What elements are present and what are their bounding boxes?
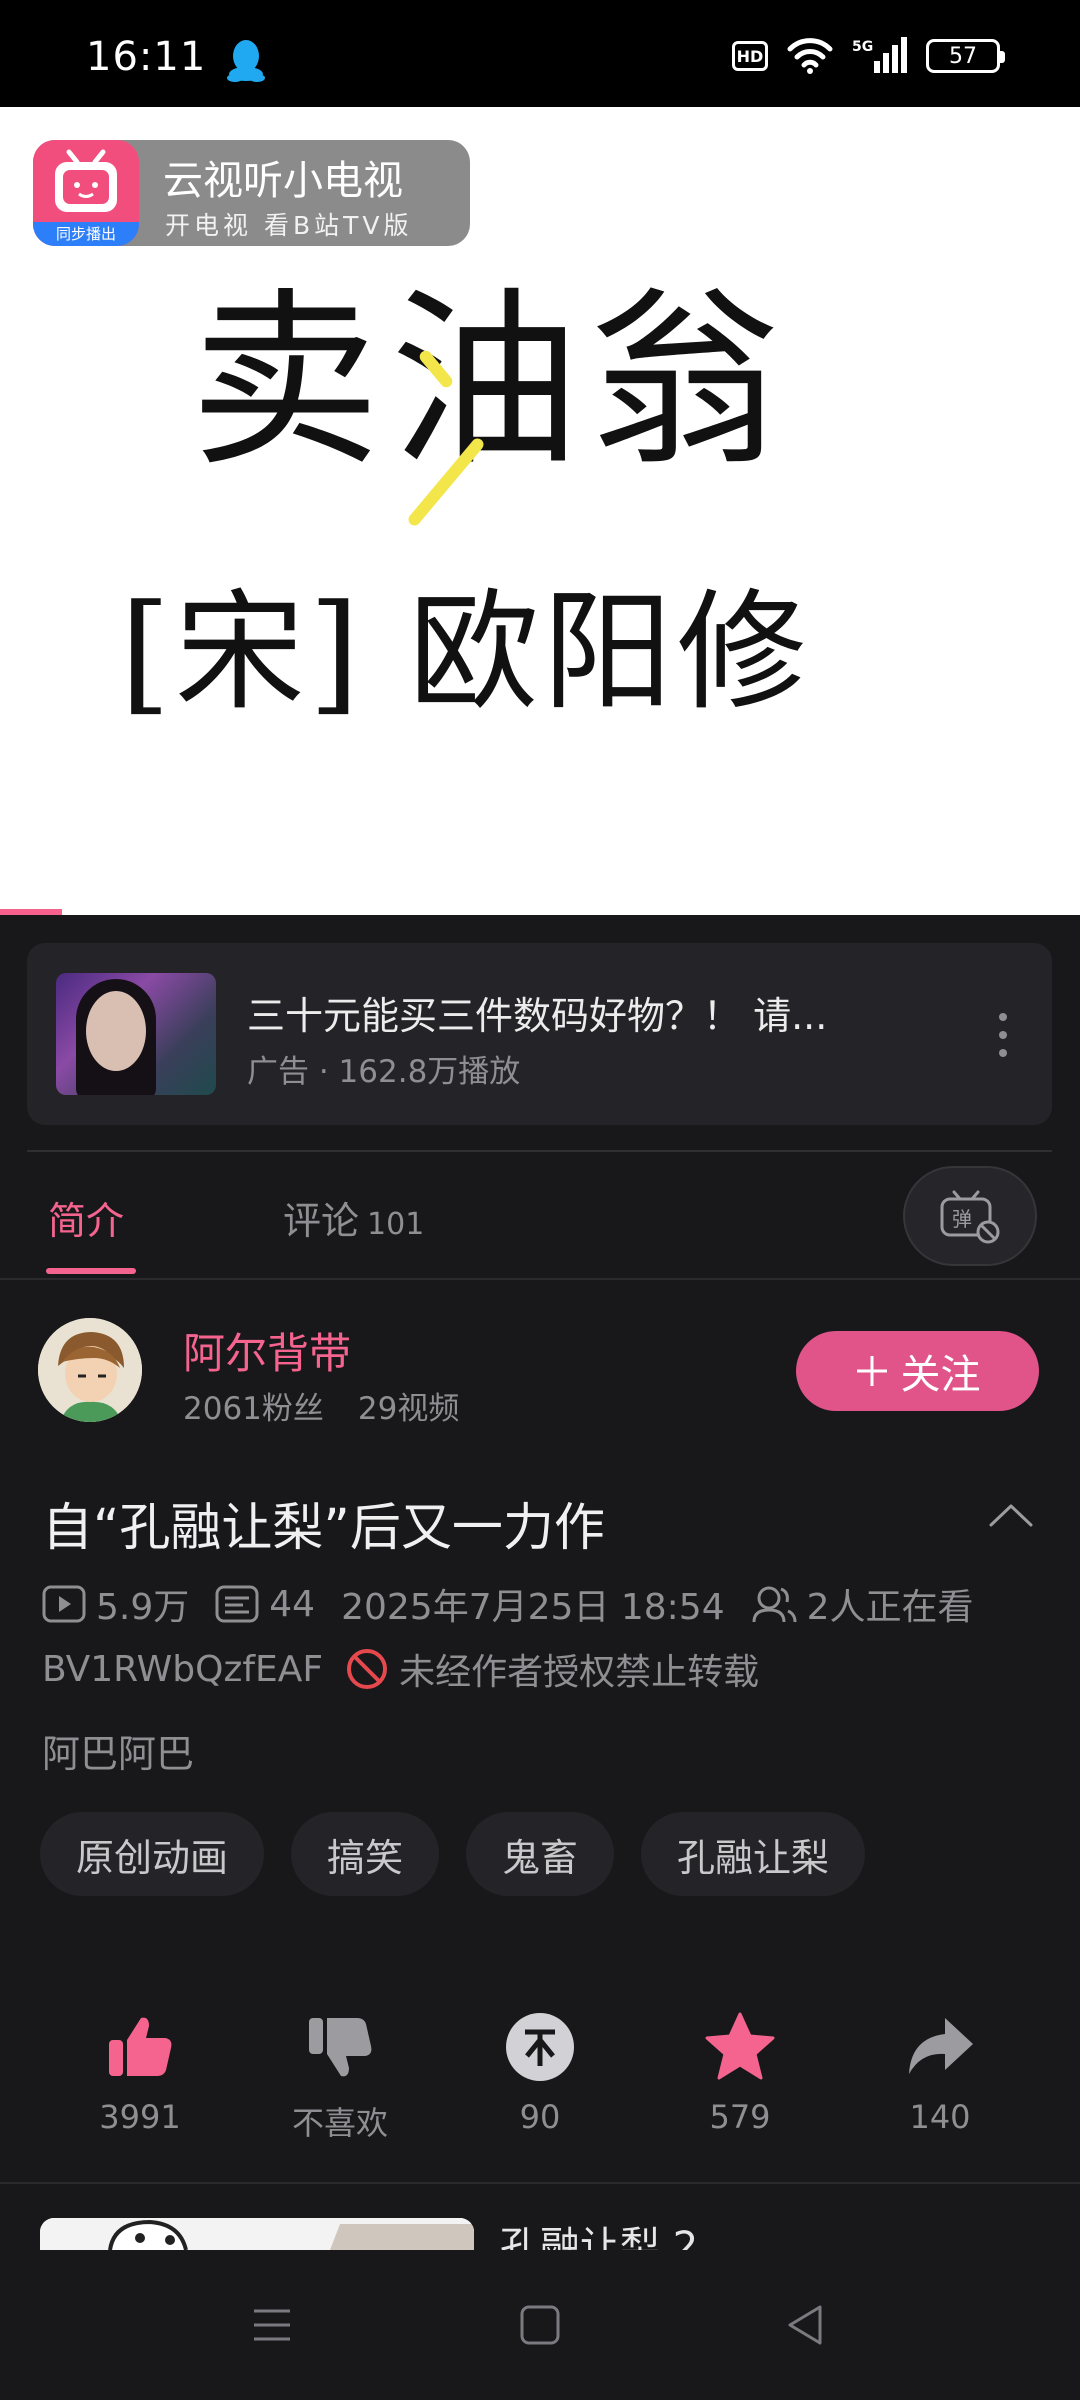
play-count-icon [42,1585,86,1623]
view-count: 5.9万 [96,1587,190,1628]
ad-thumb-face [86,991,146,1071]
related-video-title-text: 孔融让梨 2 [500,2224,699,2252]
hd-icon: HD [732,41,768,71]
publish-date: 2025年7月25日 18:54 [341,1587,725,1628]
watching-count: 2人正在看 [806,1587,974,1628]
more-options-icon[interactable] [998,1013,1008,1057]
uploader-videos: 29视频 [357,1391,460,1427]
video-meta-2: BV1RWbQzfEAF 未经作者授权禁止转载 [42,1643,759,1695]
danmaku-toggle-button[interactable]: 弹 [903,1166,1037,1266]
avatar-image [38,1318,142,1422]
video-player[interactable]: 同步播出 云视听小电视 开电视 看B站TV版 卖油翁 [宋] 欧阳修 [0,107,1080,915]
tab-intro[interactable]: 简介 [48,1190,124,1245]
viewers-icon [752,1586,797,1623]
video-title: 自“孔融让梨”后又一力作 [42,1499,605,1558]
tag-list: 原创动画 搞笑 鬼畜 孔融让梨 [40,1812,866,1896]
tab-active-indicator [46,1268,136,1274]
tag-chip[interactable]: 孔融让梨 [641,1812,866,1896]
playback-progress[interactable] [0,909,62,915]
status-bar: 16:11 HD 5G 57 [0,0,1080,107]
tv-icon [55,149,117,212]
avatar[interactable] [38,1318,142,1422]
tv-app-badge[interactable]: 同步播出 云视听小电视 开电视 看B站TV版 [33,140,470,246]
tv-badge-title: 云视听小电视 [163,158,403,204]
ad-title: 三十元能买三件数码好物？！ 请... [247,994,828,1038]
share-arrow-icon [909,2018,973,2074]
ad-thumbnail [56,973,216,1095]
bvid[interactable]: BV1RWbQzfEAF [42,1649,323,1690]
back-icon[interactable] [776,2295,836,2355]
related-video-thumbnail[interactable] [40,2218,474,2250]
dislike-label: 不喜欢 [291,2104,388,2142]
video-meta: 5.9万 44 2025年7月25日 18:54 2人正在看 [42,1578,974,1630]
uploader-fans: 2061粉丝 [183,1391,324,1427]
tag-chip[interactable]: 鬼畜 [466,1812,615,1896]
no-repost-icon [347,1649,388,1689]
tab-comments[interactable]: 评论 101 [283,1190,424,1245]
video-frame-author: [宋] 欧阳修 [120,576,811,728]
tabs-divider [0,1278,1080,1280]
share-button[interactable]: 140 [840,2010,1040,2136]
battery-level: 57 [949,43,977,69]
divider [27,1150,1052,1152]
thumbs-up-icon [109,2017,172,2076]
signal-icon: 5G [852,37,907,73]
battery-icon: 57 [926,39,1005,73]
tab-comments-label: 评论 [283,1199,360,1243]
coin-icon [506,2013,574,2081]
coin-count: 90 [519,2098,561,2136]
menu-icon[interactable] [242,2295,302,2355]
uploader-name[interactable]: 阿尔背带 [183,1320,351,1381]
system-nav-bar [0,2250,1080,2400]
plus-icon [856,1356,887,1386]
like-button[interactable]: 3991 [40,2010,240,2136]
danmaku-count-icon [215,1585,259,1623]
danmaku-off-icon: 弹 [940,1190,1000,1244]
danmaku-count: 44 [269,1583,316,1625]
coin-button[interactable]: 90 [440,2010,640,2136]
tv-logo-tag: 同步播出 [33,222,139,246]
action-bar: 3991 不喜欢 90 579 140 [0,2010,1080,2142]
home-icon[interactable] [510,2295,570,2355]
svg-text:5G: 5G [852,39,873,55]
uploader-stats: 2061粉丝 29视频 [183,1383,459,1428]
ad-card[interactable]: 三十元能买三件数码好物？！ 请... 广告 · 162.8万播放 [27,943,1052,1125]
related-video-title[interactable]: 孔融让梨 2 [500,2222,698,2252]
chevron-up-icon[interactable] [988,1502,1034,1528]
like-count: 3991 [99,2098,181,2136]
follow-label: 关注 [900,1352,981,1398]
favorite-button[interactable]: 579 [640,2010,840,2136]
status-time: 16:11 [86,34,207,80]
bilibili-tv-logo: 同步播出 [33,140,139,246]
tag-chip[interactable]: 原创动画 [40,1812,265,1896]
star-icon [705,2012,775,2080]
video-description: 阿巴阿巴 [42,1732,195,1776]
related-thumb-art [40,2218,474,2250]
wifi-icon [787,38,833,74]
copyright-notice: 未经作者授权禁止转载 [399,1652,760,1693]
tag-chip[interactable]: 搞笑 [291,1812,440,1896]
thumbs-down-icon [309,2018,372,2077]
share-count: 140 [909,2098,971,2136]
video-frame-title: 卖油翁 [190,271,791,492]
dislike-button[interactable]: 不喜欢 [240,2010,440,2144]
divider [0,2182,1080,2184]
follow-button[interactable]: 关注 [796,1331,1039,1411]
ad-subtitle: 广告 · 162.8万播放 [247,1054,521,1090]
svg-text:弹: 弹 [952,1207,972,1231]
comment-count: 101 [367,1207,425,1242]
tv-badge-subtitle: 开电视 看B站TV版 [165,211,413,240]
qq-icon [227,40,265,82]
favorite-count: 579 [709,2098,771,2136]
